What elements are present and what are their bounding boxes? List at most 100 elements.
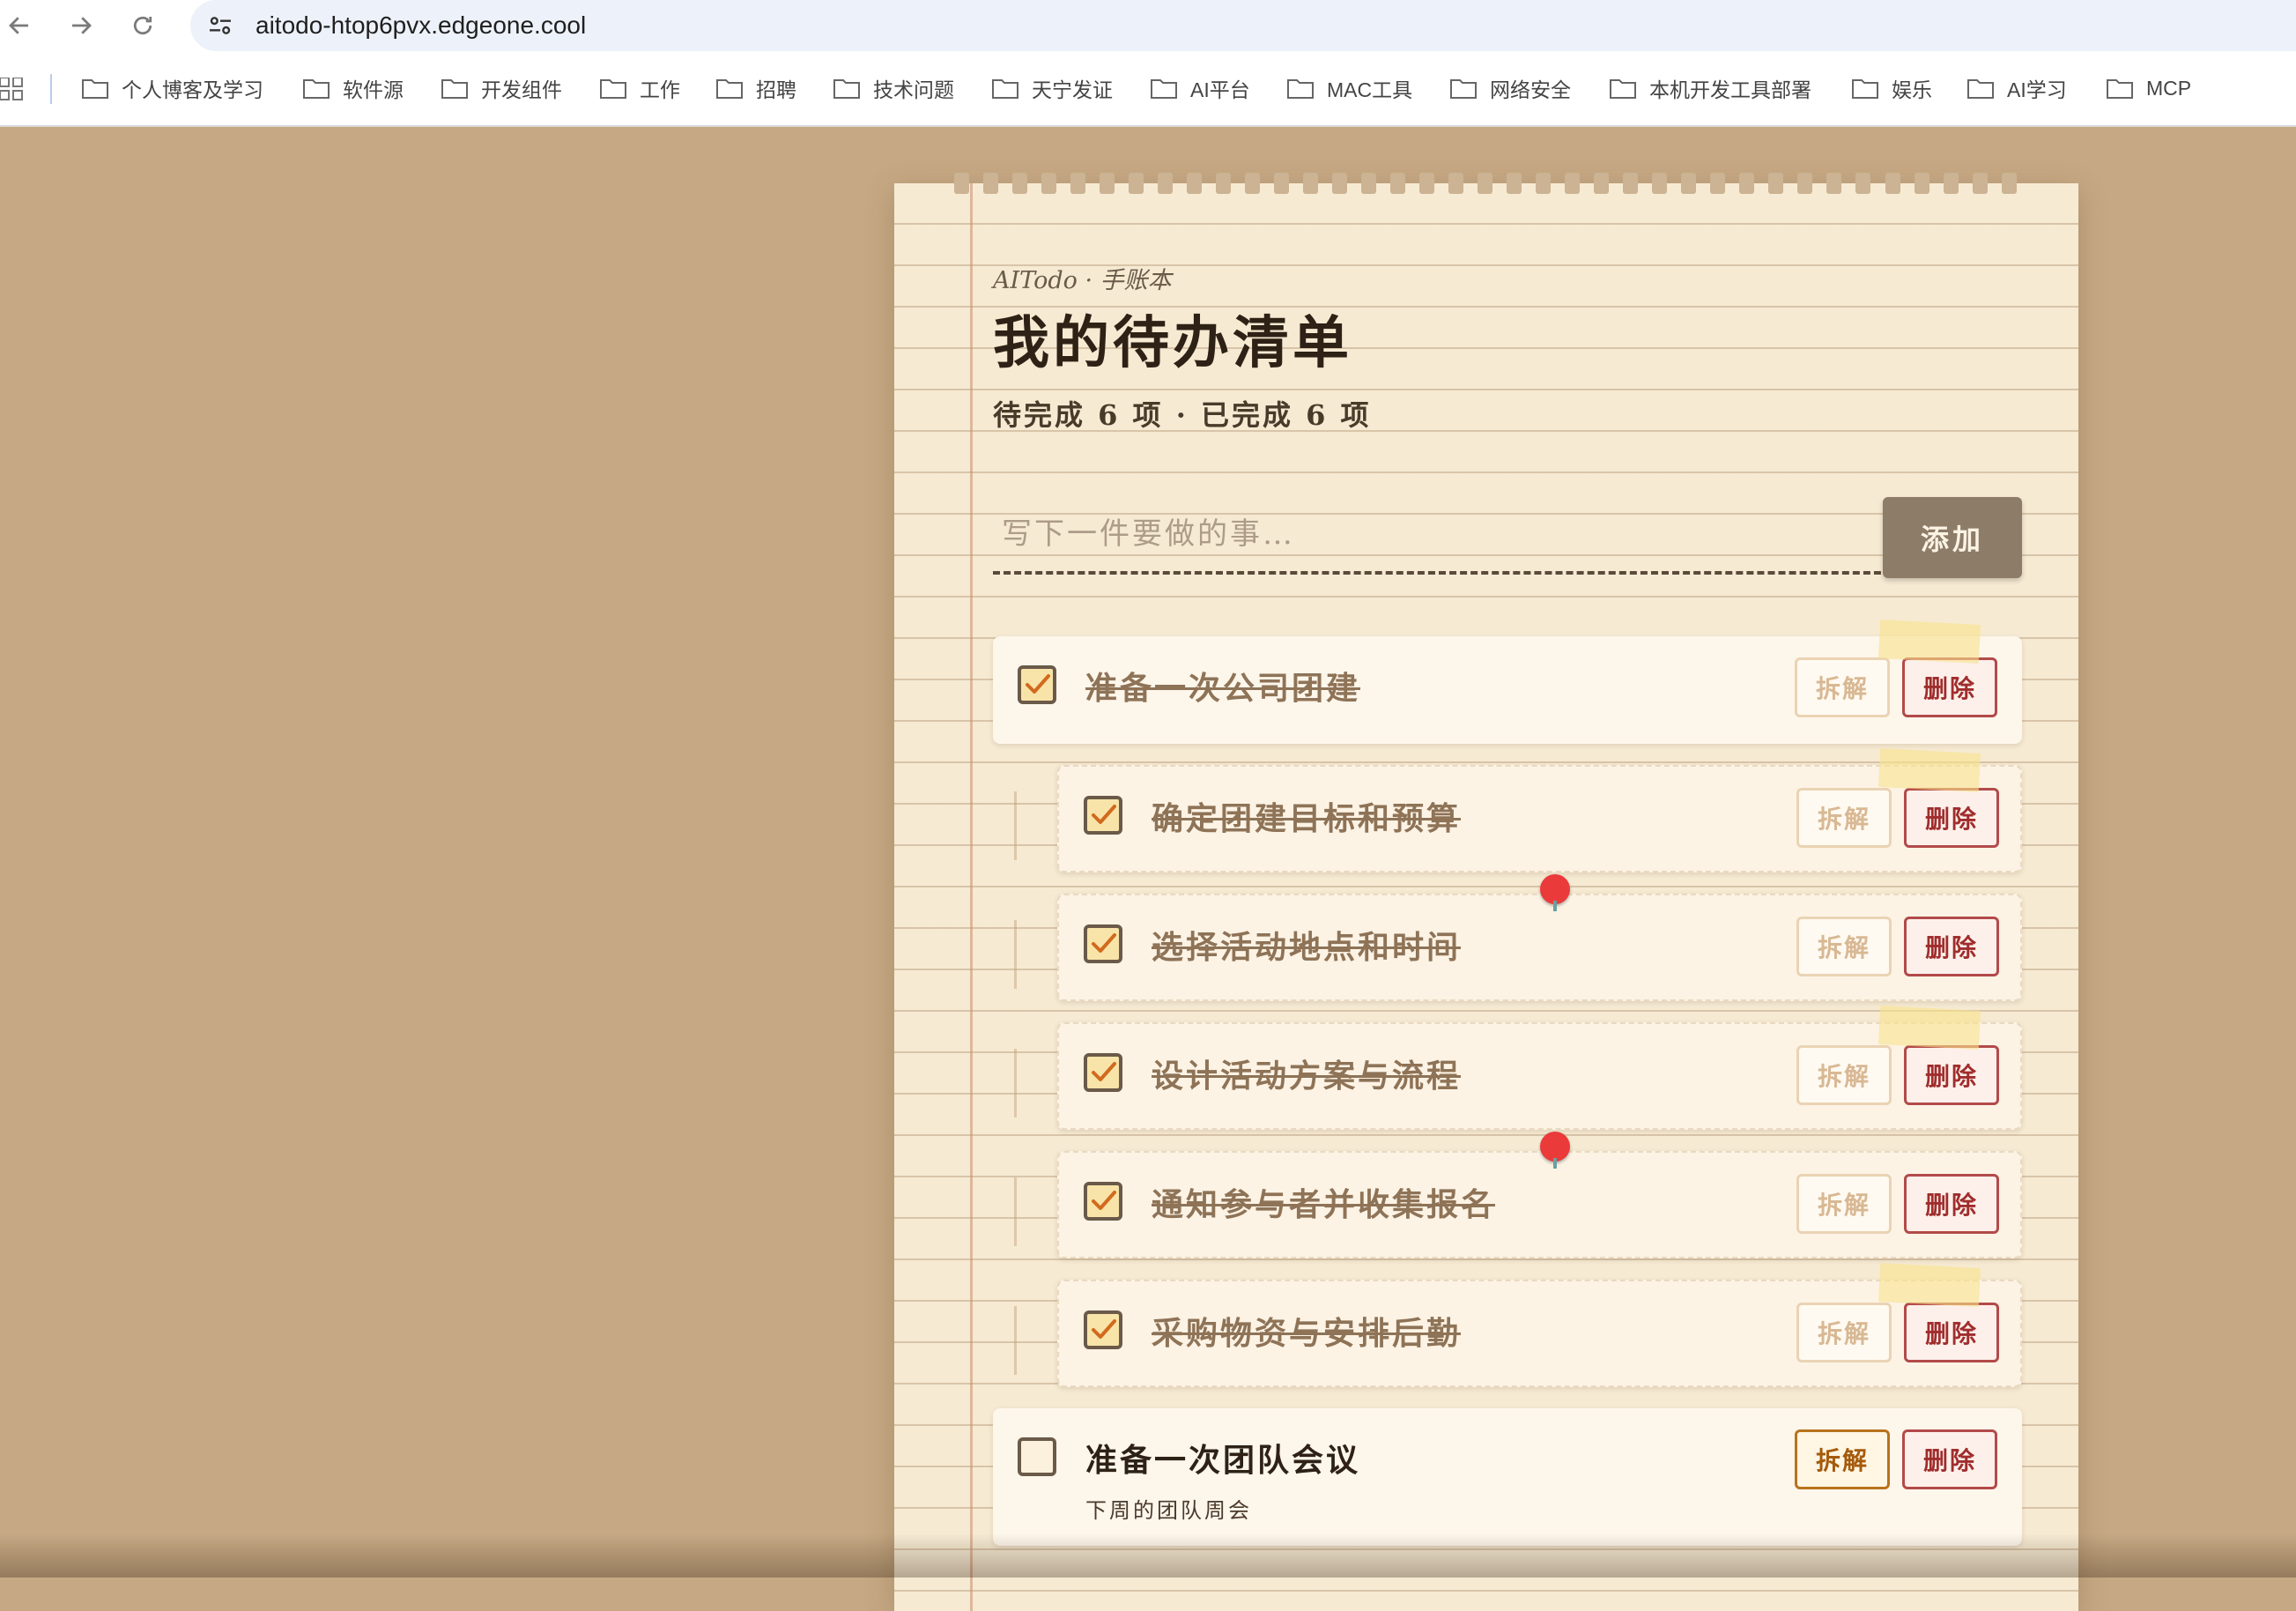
url-text[interactable]: aitodo-htop6pvx.edgeone.cool (256, 0, 586, 51)
task-text[interactable]: 准备一次团队会议 (1085, 1435, 1360, 1481)
bookmark-label: 网络安全 (1490, 78, 1571, 101)
task-checkbox[interactable] (1084, 1182, 1122, 1221)
subtask-item: 设计活动方案与流程 拆解 删除 (1057, 1022, 2022, 1130)
binding-hole (1390, 173, 1406, 194)
folder-icon (1852, 79, 1878, 99)
arrow-left-icon (9, 17, 28, 34)
task-checkbox[interactable] (1018, 1437, 1056, 1476)
task-item: 准备一次团队会议 下周的团队周会 拆解 删除 (993, 1408, 2022, 1546)
check-icon (1026, 674, 1050, 694)
folder-icon (1151, 79, 1177, 99)
site-settings-icon[interactable] (206, 11, 234, 40)
task-text[interactable]: 通知参与者并收集报名 (1152, 1179, 1495, 1225)
bookmark-label: 天宁发证 (1032, 78, 1113, 101)
bookmark-label: 个人博客及学习 (122, 78, 263, 101)
task-checkbox[interactable] (1084, 796, 1122, 835)
split-button[interactable]: 拆解 (1796, 1174, 1892, 1234)
margin-line (970, 183, 973, 1611)
task-text[interactable]: 采购物资与安排后勤 (1152, 1308, 1461, 1354)
bookmark-label: 开发组件 (481, 78, 562, 101)
bookmark-folder[interactable]: AI学习 (1966, 51, 2067, 125)
binding-hole (1565, 173, 1581, 194)
delete-button[interactable]: 删除 (1904, 1303, 1999, 1362)
pushpin-icon (1540, 1132, 1570, 1169)
app-brand: AITodo · 手账本 (993, 267, 1172, 294)
bookmark-folder[interactable]: 天宁发证 (991, 51, 1113, 125)
bookmark-folder[interactable]: 软件源 (302, 51, 404, 125)
subtask-item: 确定团建目标和预算 拆解 删除 (1057, 765, 2022, 872)
delete-button[interactable]: 删除 (1902, 1429, 1997, 1489)
binding-hole (1594, 173, 1610, 194)
split-button[interactable]: 拆解 (1796, 788, 1892, 848)
task-stats: 待完成 6 项 · 已完成 6 项 (993, 398, 1372, 432)
add-button[interactable]: 添加 (1883, 497, 2022, 578)
page-title: 我的待办清单 (993, 310, 1352, 376)
binding-hole (1361, 173, 1377, 194)
binding-hole (1012, 173, 1028, 194)
subtask-thread-line (1014, 1306, 1017, 1375)
reload-button[interactable] (123, 6, 162, 45)
check-icon (1092, 933, 1116, 953)
folder-icon (2107, 79, 2133, 99)
binding-hole (1507, 173, 1522, 194)
task-text[interactable]: 设计活动方案与流程 (1152, 1050, 1461, 1096)
check-icon (1092, 1191, 1116, 1210)
binding-hole (1710, 173, 1726, 194)
binding-hole (1303, 173, 1319, 194)
delete-button[interactable]: 删除 (1902, 657, 1997, 717)
folder-icon (1287, 79, 1314, 99)
split-button[interactable]: 拆解 (1796, 1045, 1892, 1105)
delete-button[interactable]: 删除 (1904, 788, 1999, 848)
task-item: 准备一次公司团建 拆解 删除 (993, 636, 2022, 744)
address-bar[interactable]: aitodo-htop6pvx.edgeone.cool (190, 0, 2296, 51)
bookmark-folder[interactable]: 娱乐 (1851, 51, 1932, 125)
binding-hole (1041, 173, 1057, 194)
delete-button[interactable]: 删除 (1904, 917, 1999, 976)
bookmark-folder[interactable]: 工作 (599, 51, 680, 125)
task-text[interactable]: 确定团建目标和预算 (1152, 793, 1461, 839)
bookmark-folder[interactable]: 个人博客及学习 (81, 51, 263, 125)
task-checkbox[interactable] (1084, 1053, 1122, 1092)
binding-hole (1536, 173, 1552, 194)
browser-toolbar: aitodo-htop6pvx.edgeone.cool (0, 0, 2296, 51)
split-button[interactable]: 拆解 (1795, 1429, 1890, 1489)
bookmark-label: 技术问题 (873, 78, 954, 101)
bookmarks-bar: 个人博客及学习 软件源 开发组件 工作 招聘 技术问题 天宁发证 AI平台 MAC工具 网络安全 本… (0, 51, 2296, 127)
folder-icon (600, 79, 626, 99)
tape-decoration (1878, 620, 1981, 664)
bookmark-folder[interactable]: AI平台 (1150, 51, 1250, 125)
back-button[interactable] (0, 6, 39, 45)
bookmark-folder[interactable]: 网络安全 (1449, 51, 1571, 125)
binding-hole (1914, 173, 1929, 194)
task-checkbox[interactable] (1084, 924, 1122, 963)
bookmark-folder[interactable]: MCP (2106, 51, 2191, 125)
binding-holes (954, 173, 2017, 194)
split-button[interactable]: 拆解 (1795, 657, 1890, 717)
bookmark-folder[interactable]: MAC工具 (1286, 51, 1412, 125)
bookmark-label: AI平台 (1190, 78, 1250, 101)
binding-hole (1158, 173, 1174, 194)
bookmark-folder[interactable]: 开发组件 (441, 51, 562, 125)
delete-button[interactable]: 删除 (1904, 1045, 1999, 1105)
folder-icon (1450, 79, 1477, 99)
binding-hole (1070, 173, 1086, 194)
new-task-input[interactable] (993, 497, 1892, 575)
binding-hole (1448, 173, 1464, 194)
bookmark-folder[interactable]: 招聘 (715, 51, 796, 125)
apps-grid-icon[interactable] (0, 78, 23, 100)
split-button[interactable]: 拆解 (1796, 1303, 1892, 1362)
folder-icon (1610, 79, 1636, 99)
bookmark-label: MAC工具 (1327, 78, 1413, 101)
delete-button[interactable]: 删除 (1904, 1174, 1999, 1234)
task-checkbox[interactable] (1018, 665, 1056, 704)
task-text[interactable]: 准备一次公司团建 (1085, 663, 1360, 709)
task-text[interactable]: 选择活动地点和时间 (1152, 922, 1461, 968)
split-button[interactable]: 拆解 (1796, 917, 1892, 976)
binding-hole (954, 173, 969, 194)
binding-hole (1245, 173, 1261, 194)
task-checkbox[interactable] (1084, 1310, 1122, 1349)
bookmark-folder[interactable]: 技术问题 (833, 51, 954, 125)
subtask-item: 通知参与者并收集报名 拆解 删除 (1057, 1151, 2022, 1258)
forward-button[interactable] (62, 6, 100, 45)
bookmark-folder[interactable]: 本机开发工具部署 (1609, 51, 1811, 125)
